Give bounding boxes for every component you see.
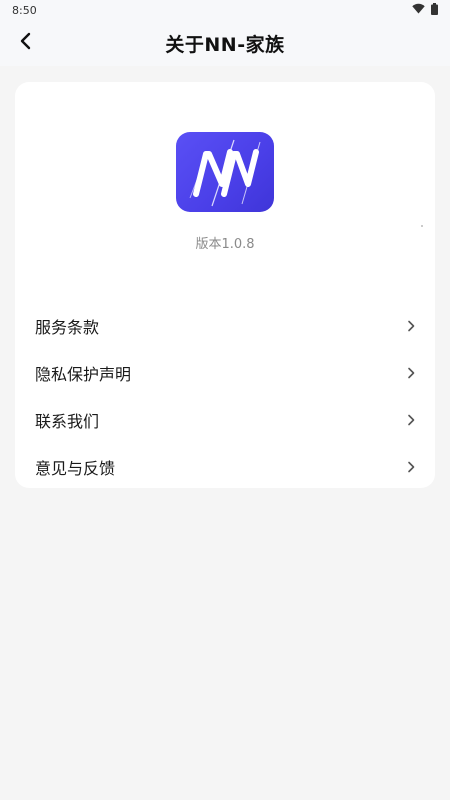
settings-menu: 服务条款 隐私保护声明 联系我们 意见与反馈: [15, 302, 435, 490]
chevron-right-icon: [407, 366, 417, 380]
menu-item-terms[interactable]: 服务条款: [15, 302, 435, 349]
chevron-right-icon: [407, 319, 417, 333]
menu-item-label: 意见与反馈: [35, 458, 116, 478]
app-logo: [176, 132, 274, 212]
status-bar: 8:50: [0, 0, 450, 20]
status-time: 8:50: [12, 3, 37, 17]
nav-bar: 关于NN-家族: [0, 20, 450, 66]
status-icons: [412, 2, 438, 18]
menu-item-label: 联系我们: [35, 411, 100, 431]
chevron-right-icon: [407, 413, 417, 427]
menu-item-feedback[interactable]: 意见与反馈: [15, 443, 435, 490]
app-logo-mark: [189, 139, 261, 207]
back-button[interactable]: [10, 26, 40, 60]
about-card: 版本1.0.8 服务条款 隐私保护声明 联系我们 意见与反馈: [15, 82, 435, 488]
wifi-icon: [412, 3, 425, 17]
menu-item-label: 服务条款: [35, 317, 100, 337]
menu-item-contact[interactable]: 联系我们: [15, 396, 435, 443]
menu-item-label: 隐私保护声明: [35, 364, 132, 384]
menu-item-privacy[interactable]: 隐私保护声明: [15, 349, 435, 396]
page-title: 关于NN-家族: [165, 33, 285, 56]
chevron-right-icon: [407, 460, 417, 474]
app-version: 版本1.0.8: [195, 237, 255, 252]
decorative-dot: [421, 225, 423, 227]
battery-icon: [431, 2, 438, 18]
back-arrow-icon: [19, 32, 31, 54]
